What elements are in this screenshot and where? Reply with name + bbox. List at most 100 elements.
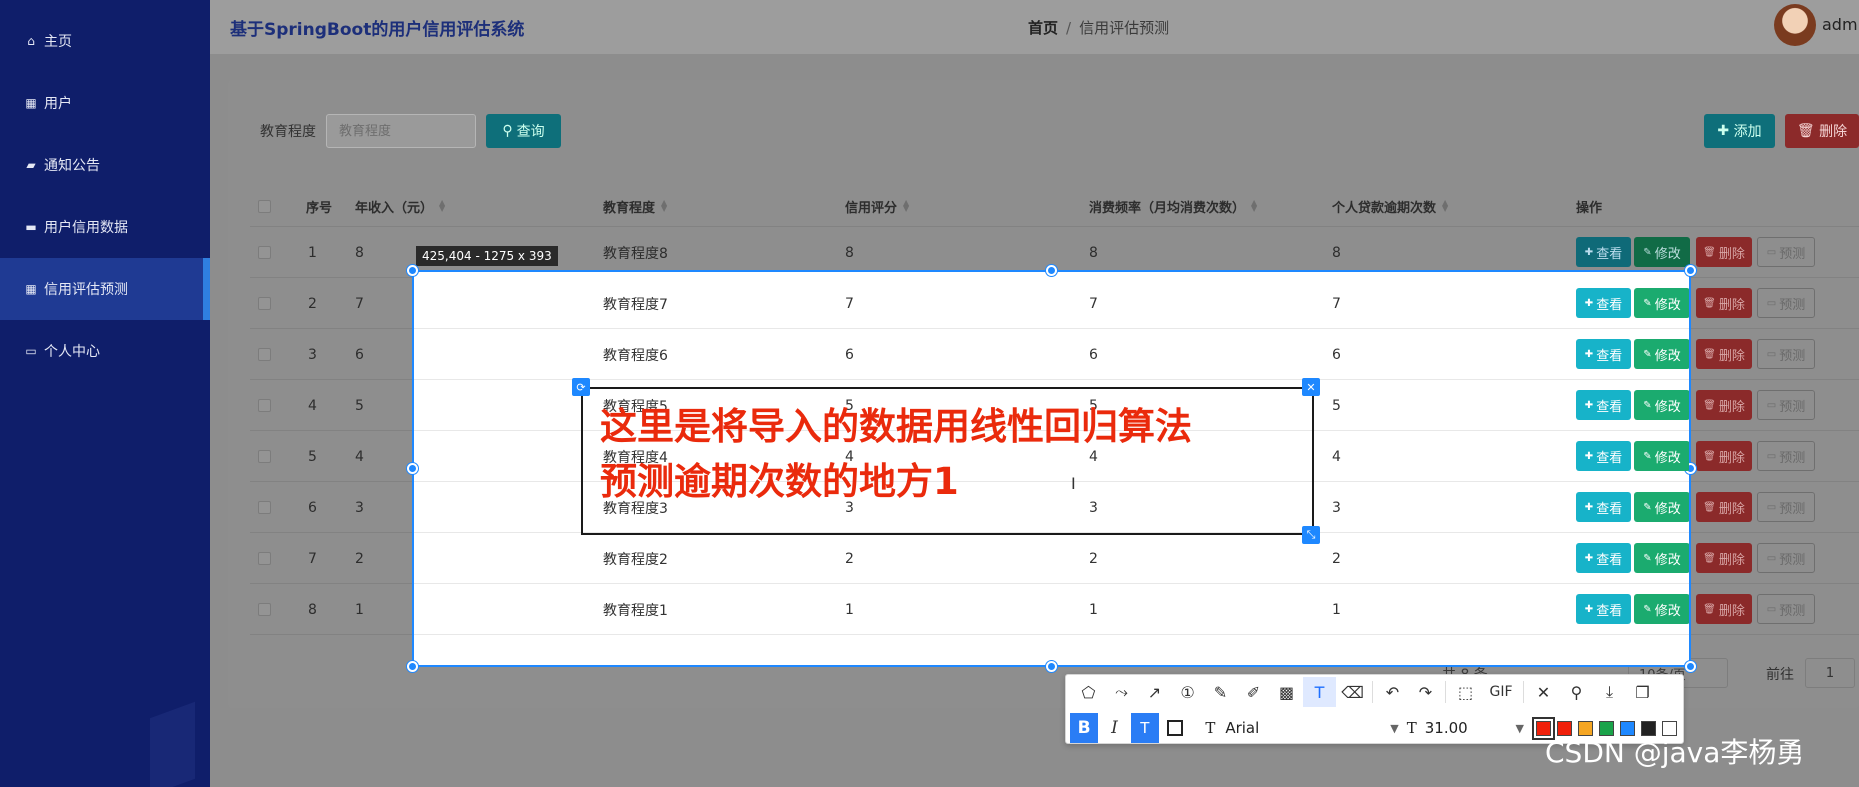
cell-no: 1 [308,244,317,261]
username[interactable]: admi [1822,15,1859,34]
predict-button[interactable]: ▭ 预测 [1757,441,1815,471]
header-income[interactable]: 年收入（元） ▲ ▼ [355,185,445,227]
close-icon[interactable]: ✕ [1302,378,1320,396]
annotation-text[interactable]: 这里是将导入的数据用线性回归算法 预测逾期次数的地方1 [600,399,1300,509]
view-button[interactable]: ✚ 查看 [1576,441,1631,471]
bold-icon[interactable]: B [1070,713,1099,743]
row-checkbox[interactable] [258,533,271,584]
edit-button[interactable]: ✎ 修改 [1634,594,1689,624]
view-button[interactable]: ✚ 查看 [1576,594,1631,624]
text-tool-icon[interactable]: T [1303,677,1336,707]
delete-button[interactable]: 🗑 删除 [1696,492,1752,522]
edit-button[interactable]: ✎ 修改 [1634,390,1689,420]
edit-button[interactable]: ✎ 修改 [1634,492,1689,522]
edit-button[interactable]: ✎ 修改 [1634,237,1690,267]
shape-icon[interactable]: ⬠ [1072,677,1105,707]
sort-icon[interactable]: ▲ ▼ [439,199,445,213]
eraser-icon[interactable]: ⌫ [1336,677,1369,707]
row-checkbox[interactable] [258,482,271,533]
delete-button[interactable]: 🗑 删除 [1696,594,1752,624]
edit-button[interactable]: ✎ 修改 [1634,441,1689,471]
delete-button[interactable]: 🗑 删除 [1696,237,1752,267]
sidebar-item-3[interactable]: ▬ 用户信用数据 [0,196,210,258]
avatar[interactable] [1774,4,1816,46]
gif-button[interactable]: GIF [1482,677,1520,707]
header-overdue[interactable]: 个人贷款逾期次数 ▲ ▼ [1332,185,1448,227]
education-search-input[interactable] [326,114,476,148]
download-icon[interactable]: ⤓ [1593,677,1626,707]
select-all-checkbox[interactable] [258,185,271,227]
sidebar-item-1[interactable]: ▦ 用户 [0,72,210,134]
predict-button[interactable]: ▭ 预测 [1757,339,1815,369]
polyline-icon[interactable]: ⤳ [1105,677,1138,707]
resize-corner-icon[interactable]: ⤡ [1302,526,1320,544]
header-frequency[interactable]: 消费频率（月均消费次数） ▲ ▼ [1089,185,1257,227]
add-button[interactable]: ✚ 添加 [1704,114,1775,148]
sidebar-item-0[interactable]: ⌂ 主页 [0,10,210,72]
text-outline-icon[interactable]: T [1130,713,1159,743]
sidebar-item-4[interactable]: ▦ 信用评估预测 [0,258,210,320]
predict-button[interactable]: ▭ 预测 [1757,288,1815,318]
view-button[interactable]: ✚ 查看 [1576,543,1631,573]
italic-icon[interactable]: I [1100,713,1128,743]
predict-icon: ▭ [1766,399,1777,411]
card-icon: ▭ [25,344,37,358]
cell-income: 4 [355,448,364,465]
sidebar-item-5[interactable]: ▭ 个人中心 [0,320,210,382]
sort-icon[interactable]: ▲ ▼ [661,199,667,213]
row-checkbox[interactable] [258,584,271,635]
delete-button[interactable]: 🗑 删除 [1696,339,1752,369]
row-checkbox[interactable] [258,380,271,431]
view-button[interactable]: ✚ 查看 [1576,390,1631,420]
text-background-icon[interactable] [1161,713,1189,743]
view-icon: ✚ [1584,399,1594,411]
predict-button[interactable]: ▭ 预测 [1757,543,1815,573]
delete-button[interactable]: 🗑 删除 [1696,288,1752,318]
delete-icon: 🗑 [1703,501,1716,513]
view-button[interactable]: ✚ 查看 [1576,288,1631,318]
predict-button[interactable]: ▭ 预测 [1757,492,1815,522]
view-button[interactable]: ✚ 查看 [1576,492,1631,522]
copy-icon[interactable]: ❐ [1626,677,1659,707]
font-family-select[interactable]: T Arial ▼ [1205,713,1398,743]
close-icon[interactable]: ✕ [1527,677,1560,707]
predict-button[interactable]: ▭ 预测 [1757,594,1815,624]
arrow-icon[interactable]: ↗ [1138,677,1171,707]
sort-icon[interactable]: ▲ ▼ [903,199,909,213]
view-icon: ✚ [1584,603,1594,615]
row-checkbox[interactable] [258,278,271,329]
header-score[interactable]: 信用评分 ▲ ▼ [845,185,909,227]
undo-icon[interactable]: ↶ [1376,677,1409,707]
pin-icon[interactable]: ⚲ [1560,677,1593,707]
edit-button[interactable]: ✎ 修改 [1634,543,1689,573]
row-checkbox[interactable] [258,431,271,482]
batch-delete-button[interactable]: 🗑 删除 [1785,114,1859,148]
delete-button[interactable]: 🗑 删除 [1696,390,1752,420]
pen-icon[interactable]: ✎ [1204,677,1237,707]
sort-icon[interactable]: ▲ ▼ [1251,199,1257,213]
row-checkbox[interactable] [258,227,271,278]
mosaic-icon[interactable]: ▩ [1270,677,1303,707]
number-marker-icon[interactable]: ① [1171,677,1204,707]
header-education[interactable]: 教育程度 ▲ ▼ [603,185,667,227]
page-number-input[interactable]: 1 [1805,658,1855,688]
scroll-capture-icon[interactable]: ⬚ [1449,677,1482,707]
view-button[interactable]: ✚ 查看 [1576,237,1631,267]
sort-icon[interactable]: ▲ ▼ [1442,199,1448,213]
predict-button[interactable]: ▭ 预测 [1757,237,1815,267]
query-button[interactable]: ⚲ 查询 [486,114,561,148]
predict-button[interactable]: ▭ 预测 [1757,390,1815,420]
redo-icon[interactable]: ↷ [1409,677,1442,707]
delete-button[interactable]: 🗑 删除 [1696,543,1752,573]
cell-edu: 教育程度6 [603,347,668,364]
font-size-select[interactable]: T 31.00 ▼ [1407,713,1524,743]
marker-icon[interactable]: ✐ [1237,677,1270,707]
sidebar-item-2[interactable]: ▰ 通知公告 [0,134,210,196]
row-checkbox[interactable] [258,329,271,380]
edit-button[interactable]: ✎ 修改 [1634,339,1689,369]
edit-button[interactable]: ✎ 修改 [1634,288,1689,318]
delete-button[interactable]: 🗑 删除 [1696,441,1752,471]
breadcrumb-home[interactable]: 首页 [1028,19,1058,37]
rotate-icon[interactable]: ⟳ [572,378,590,396]
view-button[interactable]: ✚ 查看 [1576,339,1631,369]
